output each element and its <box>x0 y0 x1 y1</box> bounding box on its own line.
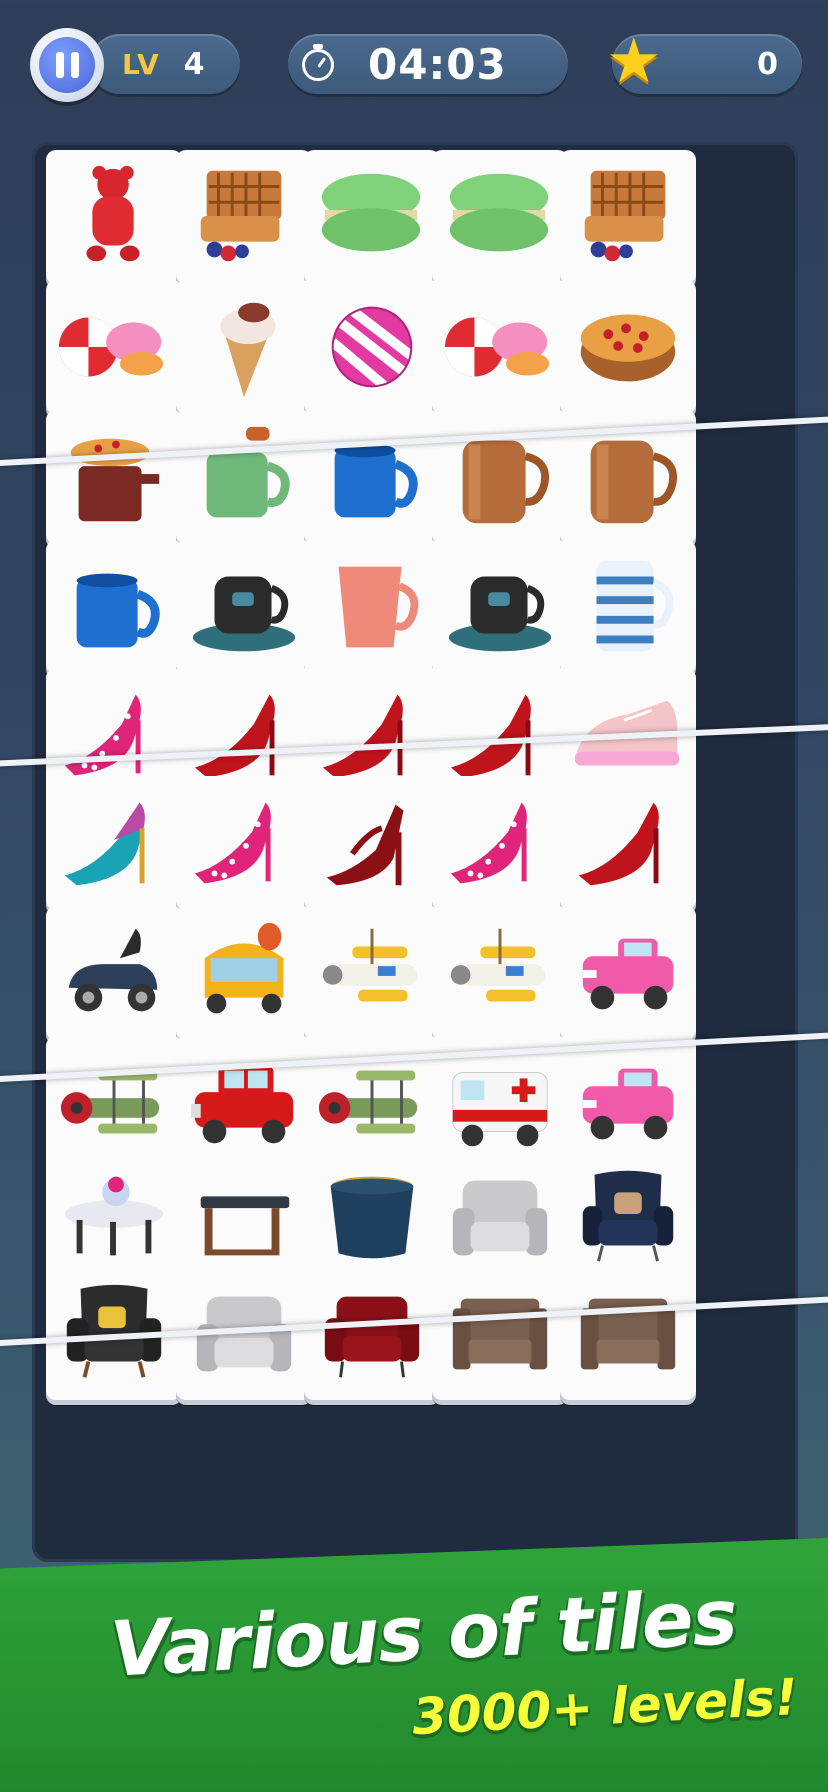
red-armchair-icon <box>324 1296 420 1378</box>
brown-armchair-icon <box>580 1298 676 1370</box>
tile-copper-mug[interactable] <box>432 410 568 544</box>
tile-polka-dot-heel[interactable] <box>176 776 312 910</box>
tile-red-sandal-heel[interactable] <box>304 776 440 910</box>
brown-armchair-icon <box>452 1298 548 1370</box>
polka-dot-heel-icon <box>450 802 527 884</box>
level-label: LV <box>122 47 160 81</box>
pouf-icon <box>330 1176 414 1259</box>
polka-dot-heel-icon <box>194 802 271 884</box>
pink-truck-icon <box>582 938 674 1010</box>
grey-armchair-icon <box>452 1180 548 1256</box>
biplane-icon <box>60 1070 160 1134</box>
copper-mug-icon <box>590 440 678 524</box>
tile-board <box>32 142 798 1562</box>
pause-icon <box>39 37 95 93</box>
tile-pie-cup[interactable] <box>46 410 182 544</box>
tile-coffee-cup-saucer[interactable] <box>176 540 312 674</box>
tile-peppermint-candy[interactable] <box>432 280 568 414</box>
navy-armchair-icon <box>582 1170 674 1262</box>
gummy-bear-icon <box>86 165 140 262</box>
tile-polka-dot-heel[interactable] <box>432 776 568 910</box>
timer-value: 04:03 <box>368 39 507 89</box>
toy-plane-icon <box>450 928 546 1002</box>
tile-blue-mug[interactable] <box>46 540 182 674</box>
coffee-cup-saucer-icon <box>448 576 552 652</box>
striped-mug-icon <box>596 560 674 652</box>
tile-teal-heel[interactable] <box>46 776 182 910</box>
level-number: 4 <box>183 46 205 82</box>
green-mug-icon <box>206 426 290 518</box>
tile-fruit-pie[interactable] <box>560 280 696 414</box>
tile-toy-car[interactable] <box>46 906 182 1040</box>
tile-pink-truck[interactable] <box>560 906 696 1040</box>
red-heel-icon <box>450 694 531 778</box>
peppermint-candy-icon <box>58 317 164 377</box>
macaron-icon <box>321 173 421 252</box>
tile-macaron[interactable] <box>304 150 440 284</box>
tile-blue-mug[interactable] <box>304 410 440 544</box>
coffee-cup-saucer-icon <box>192 576 296 652</box>
tile-red-heel[interactable] <box>560 776 696 910</box>
side-table-icon <box>200 1196 290 1256</box>
tile-coffee-cup-saucer[interactable] <box>432 540 568 674</box>
toy-plane-icon <box>322 928 418 1002</box>
red-heel-icon <box>322 694 403 778</box>
tile-coffee-table[interactable] <box>46 1150 182 1284</box>
tile-pouf[interactable] <box>304 1150 440 1284</box>
tile-grey-armchair[interactable] <box>432 1150 568 1284</box>
tile-side-table[interactable] <box>176 1150 312 1284</box>
tile-green-mug[interactable] <box>176 410 312 544</box>
polka-dot-heel-icon <box>64 694 141 776</box>
level-indicator: LV 4 <box>90 34 240 94</box>
tile-waffle[interactable] <box>176 150 312 284</box>
coffee-table-icon <box>64 1176 164 1256</box>
tile-peppermint-candy[interactable] <box>46 280 182 414</box>
red-sandal-heel-icon <box>326 804 404 886</box>
stopwatch-icon <box>300 44 340 84</box>
tile-toy-plane[interactable] <box>432 906 568 1040</box>
star-count: 0 <box>757 46 778 82</box>
tile-gummy-bear[interactable] <box>46 150 182 284</box>
candy-ball-icon <box>329 306 415 390</box>
tile-toy-plane[interactable] <box>304 906 440 1040</box>
timer: 04:03 <box>288 34 568 94</box>
tuk-tuk-icon <box>204 922 284 1014</box>
waffle-icon <box>584 170 666 262</box>
red-heel-icon <box>578 802 659 886</box>
tile-candy-ball[interactable] <box>304 280 440 414</box>
tile-pink-mug[interactable] <box>304 540 440 674</box>
tile-brown-armchair[interactable] <box>432 1266 568 1400</box>
pink-truck-icon <box>582 1068 674 1140</box>
ambulance-icon <box>452 1072 548 1147</box>
red-heel-icon <box>194 694 275 778</box>
pause-button[interactable] <box>30 28 104 102</box>
waffle-icon <box>200 170 282 262</box>
star-counter: ★ 0 <box>606 30 802 94</box>
tile-tuk-tuk[interactable] <box>176 906 312 1040</box>
pie-cup-icon <box>70 438 160 522</box>
teal-heel-icon <box>64 802 145 886</box>
tile-striped-mug[interactable] <box>560 540 696 674</box>
tile-navy-armchair[interactable] <box>560 1150 696 1284</box>
blue-mug-icon <box>76 573 160 648</box>
pink-mug-icon <box>338 566 419 648</box>
peppermint-candy-icon <box>444 317 550 377</box>
ice-cream-cone-icon <box>220 302 276 398</box>
toy-car-icon <box>68 928 158 1012</box>
star-icon: ★ <box>606 24 662 97</box>
tile-ice-cream-cone[interactable] <box>176 280 312 414</box>
tile-brown-armchair[interactable] <box>560 1266 696 1400</box>
tile-waffle[interactable] <box>560 150 696 284</box>
macaron-icon <box>449 173 549 252</box>
tile-macaron[interactable] <box>432 150 568 284</box>
fruit-pie-icon <box>580 314 676 382</box>
tile-red-armchair[interactable] <box>304 1266 440 1400</box>
